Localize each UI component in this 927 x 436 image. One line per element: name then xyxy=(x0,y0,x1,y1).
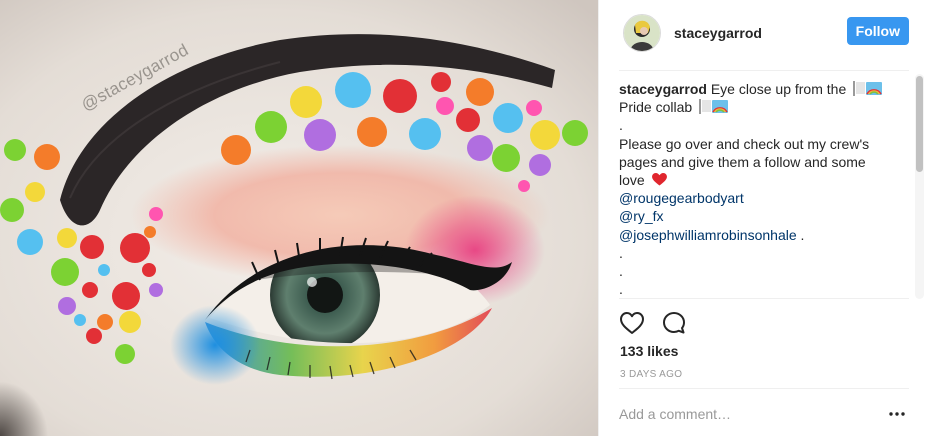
comment-divider xyxy=(619,388,909,389)
caption-line: Pride collab xyxy=(619,98,900,116)
caption-body-line: Please go over and check out my crew's xyxy=(619,135,870,152)
rainbow-flag-emoji xyxy=(853,81,883,96)
caption-body-line: pages and give them a follow and some xyxy=(619,153,866,170)
red-heart-emoji xyxy=(651,173,667,186)
mention-link[interactable]: @rougegearbodyart xyxy=(619,189,900,207)
post-timestamp[interactable]: 3 DAYS AGO xyxy=(620,369,682,380)
caption-text: . xyxy=(796,226,805,243)
caption-dot: . xyxy=(619,117,623,134)
caption-body-line: love xyxy=(619,172,645,189)
caption-line: staceygarrod Eye close up from the xyxy=(619,80,900,98)
caption-text: Eye close up from the xyxy=(710,81,847,97)
caption-dot: . xyxy=(619,244,623,261)
comment-bubble-icon[interactable] xyxy=(661,310,687,336)
caption-dot: . xyxy=(619,281,623,298)
post-photo[interactable]: @staceygarrod xyxy=(0,0,598,436)
ellipsis-icon xyxy=(889,412,905,416)
action-bar xyxy=(619,310,687,336)
caption-line: love xyxy=(619,171,900,189)
scrollbar-thumb[interactable] xyxy=(916,76,923,172)
caption-scrollbar[interactable] xyxy=(915,74,924,299)
eye-makeup-image xyxy=(0,0,598,436)
comment-input[interactable] xyxy=(619,402,859,426)
header-username[interactable]: staceygarrod xyxy=(674,25,762,41)
caption-text: Pride collab xyxy=(619,99,693,116)
avatar-image xyxy=(624,15,660,51)
mention-link[interactable]: @josephwilliamrobinsonhale xyxy=(619,227,797,243)
caption: staceygarrod Eye close up from the Pride… xyxy=(619,80,900,298)
post-side-panel: staceygarrod Follow staceygarrod Eye clo… xyxy=(598,0,927,436)
caption-line: @josephwilliamrobinsonhale . xyxy=(619,226,900,244)
mention-link[interactable]: @ry_fx xyxy=(619,207,900,225)
avatar[interactable] xyxy=(623,14,661,52)
caption-username[interactable]: staceygarrod xyxy=(619,81,707,97)
follow-button[interactable]: Follow xyxy=(846,17,909,45)
header-divider xyxy=(619,70,909,71)
rainbow-flag-emoji xyxy=(699,99,729,115)
actions-divider xyxy=(619,298,909,299)
post-header: staceygarrod Follow xyxy=(599,0,927,66)
caption-dot: . xyxy=(619,263,623,280)
instagram-post: @staceygarrod staceygarrod Follow stacey… xyxy=(0,0,927,436)
heart-outline-icon[interactable] xyxy=(619,310,645,336)
more-options-icon[interactable] xyxy=(887,404,907,424)
likes-count[interactable]: 133 likes xyxy=(620,343,678,359)
